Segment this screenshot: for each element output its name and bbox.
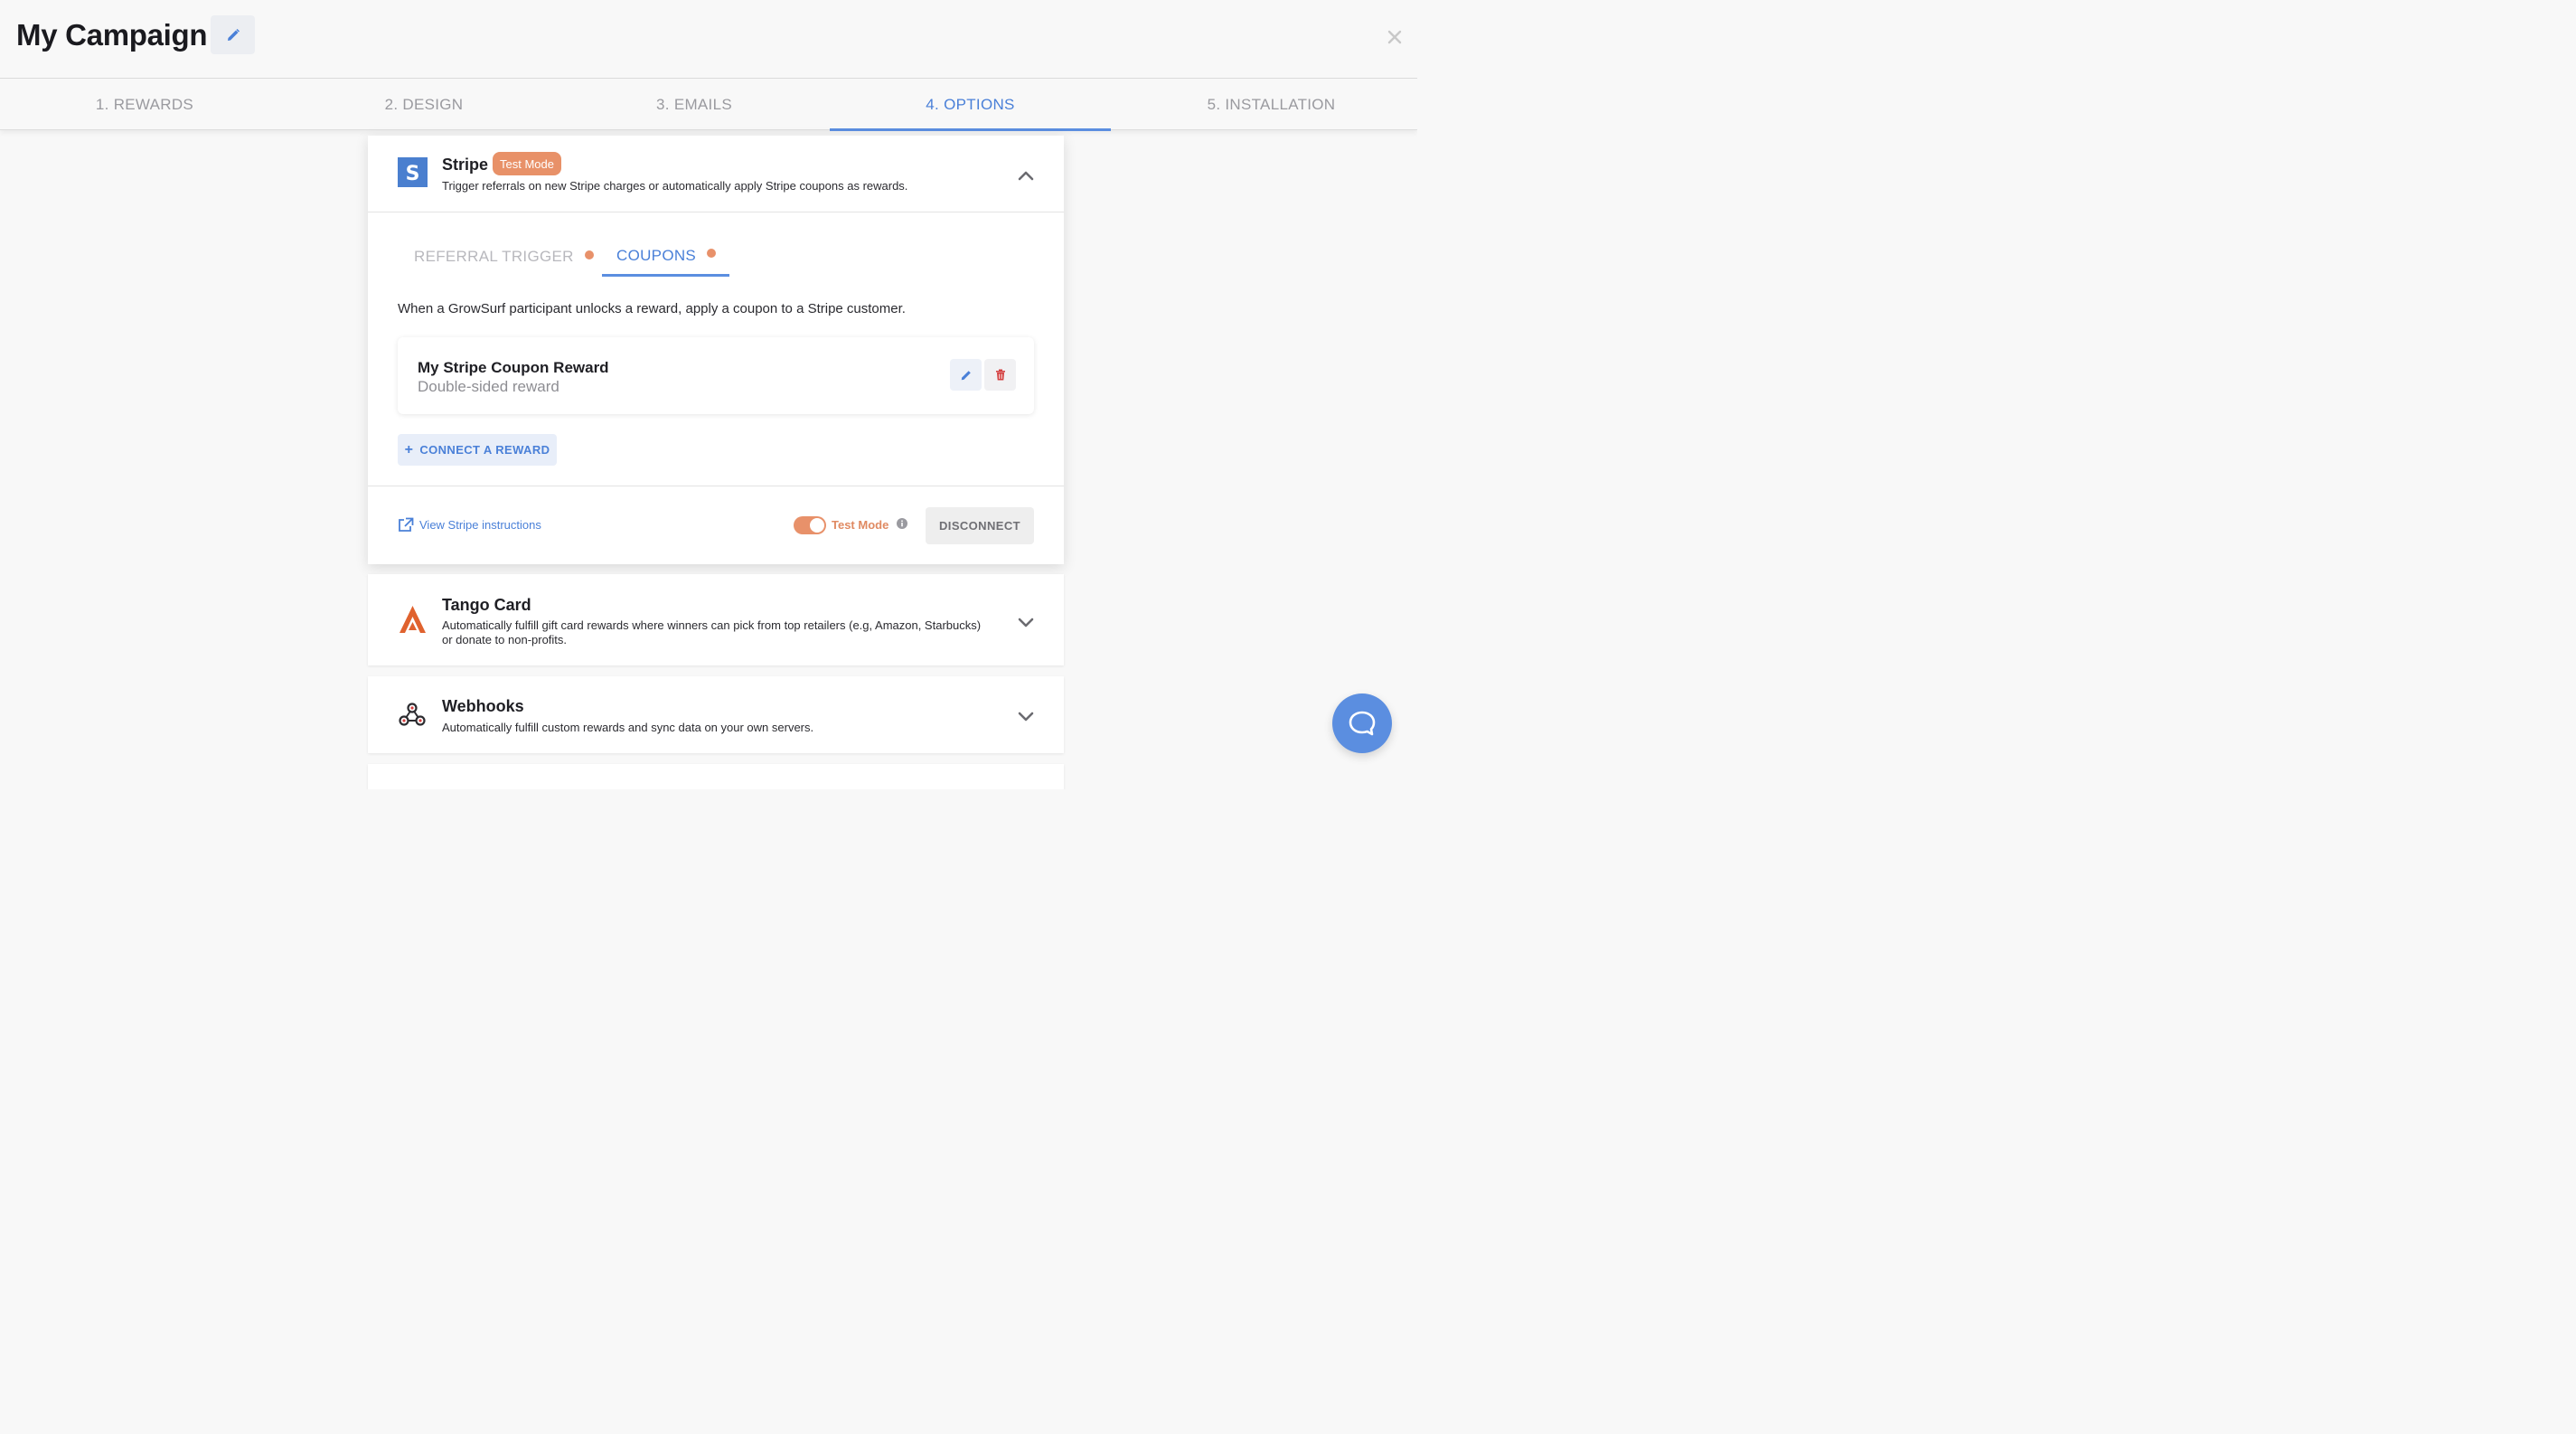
reward-item: My Stripe Coupon Reward Double-sided rew… bbox=[398, 337, 1034, 414]
header: My Campaign bbox=[0, 0, 1417, 79]
step-tabs: 1. REWARDS 2. DESIGN 3. EMAILS 4. OPTION… bbox=[0, 79, 1417, 131]
chat-bubble-icon bbox=[1349, 711, 1376, 736]
status-dot bbox=[584, 250, 594, 259]
tango-logo-icon bbox=[400, 606, 426, 633]
webhooks-description: Automatically fulfill custom rewards and… bbox=[442, 721, 814, 734]
collapse-button[interactable] bbox=[1012, 162, 1039, 189]
tab-options[interactable]: 4. OPTIONS bbox=[830, 79, 1111, 131]
tab-installation[interactable]: 5. INSTALLATION bbox=[1111, 79, 1417, 130]
stripe-logo-icon: S bbox=[398, 157, 428, 187]
tango-description-line2: or donate to non-profits. bbox=[442, 633, 568, 646]
subtab-label: COUPONS bbox=[616, 247, 697, 264]
disconnect-button[interactable]: DISCONNECT bbox=[926, 507, 1034, 544]
stripe-description: Trigger referrals on new Stripe charges … bbox=[442, 179, 908, 193]
help-chat-button[interactable] bbox=[1332, 693, 1392, 753]
close-icon bbox=[1387, 30, 1402, 44]
edit-title-button[interactable] bbox=[211, 15, 255, 54]
tango-description: Automatically fulfill gift card rewards … bbox=[442, 618, 982, 632]
connect-reward-button[interactable]: + CONNECT A REWARD bbox=[398, 434, 557, 466]
chevron-down-icon bbox=[1018, 712, 1034, 722]
trash-icon bbox=[995, 369, 1005, 381]
stripe-name: Stripe bbox=[442, 156, 489, 174]
webhooks-name: Webhooks bbox=[442, 697, 524, 715]
tab-design[interactable]: 2. DESIGN bbox=[289, 79, 559, 130]
chevron-up-icon bbox=[1018, 171, 1034, 181]
plus-icon: + bbox=[404, 441, 414, 458]
next-integration-card[interactable] bbox=[368, 764, 1064, 789]
subtab-label: REFERRAL TRIGGER bbox=[414, 248, 574, 265]
test-mode-toggle[interactable] bbox=[794, 516, 826, 534]
stripe-instructions-link[interactable]: View Stripe instructions bbox=[398, 517, 541, 533]
toggle-label: Test Mode bbox=[832, 518, 889, 532]
page-title: My Campaign bbox=[16, 18, 208, 52]
coupons-intro: When a GrowSurf participant unlocks a re… bbox=[398, 301, 906, 316]
subtab-referral-trigger[interactable]: REFERRAL TRIGGER bbox=[414, 241, 594, 277]
page: My Campaign 1. REWARDS 2. DESIGN 3. EMAI… bbox=[0, 0, 1417, 789]
reward-subtitle: Double-sided reward bbox=[418, 378, 559, 395]
test-mode-badge: Test Mode bbox=[493, 152, 561, 175]
tab-emails[interactable]: 3. EMAILS bbox=[559, 79, 830, 130]
pencil-icon bbox=[227, 28, 240, 41]
expand-webhooks-button[interactable] bbox=[1012, 703, 1039, 730]
external-link-icon bbox=[399, 517, 414, 532]
pencil-icon bbox=[961, 370, 971, 380]
expand-tango-button[interactable] bbox=[1012, 609, 1039, 636]
edit-reward-button[interactable] bbox=[950, 359, 982, 391]
tab-rewards[interactable]: 1. REWARDS bbox=[0, 79, 289, 130]
close-button[interactable] bbox=[1383, 25, 1406, 49]
webhooks-icon bbox=[399, 703, 426, 726]
status-dot bbox=[707, 249, 717, 258]
connect-reward-label: CONNECT A REWARD bbox=[419, 443, 550, 457]
toggle-knob bbox=[810, 518, 824, 533]
svg-text:S: S bbox=[406, 163, 420, 185]
delete-reward-button[interactable] bbox=[984, 359, 1016, 391]
reward-name: My Stripe Coupon Reward bbox=[418, 359, 609, 376]
instructions-label: View Stripe instructions bbox=[419, 518, 541, 532]
tango-name: Tango Card bbox=[442, 596, 531, 614]
subtab-coupons[interactable]: COUPONS bbox=[602, 241, 729, 277]
chevron-down-icon bbox=[1018, 618, 1034, 627]
info-icon[interactable] bbox=[897, 518, 907, 529]
